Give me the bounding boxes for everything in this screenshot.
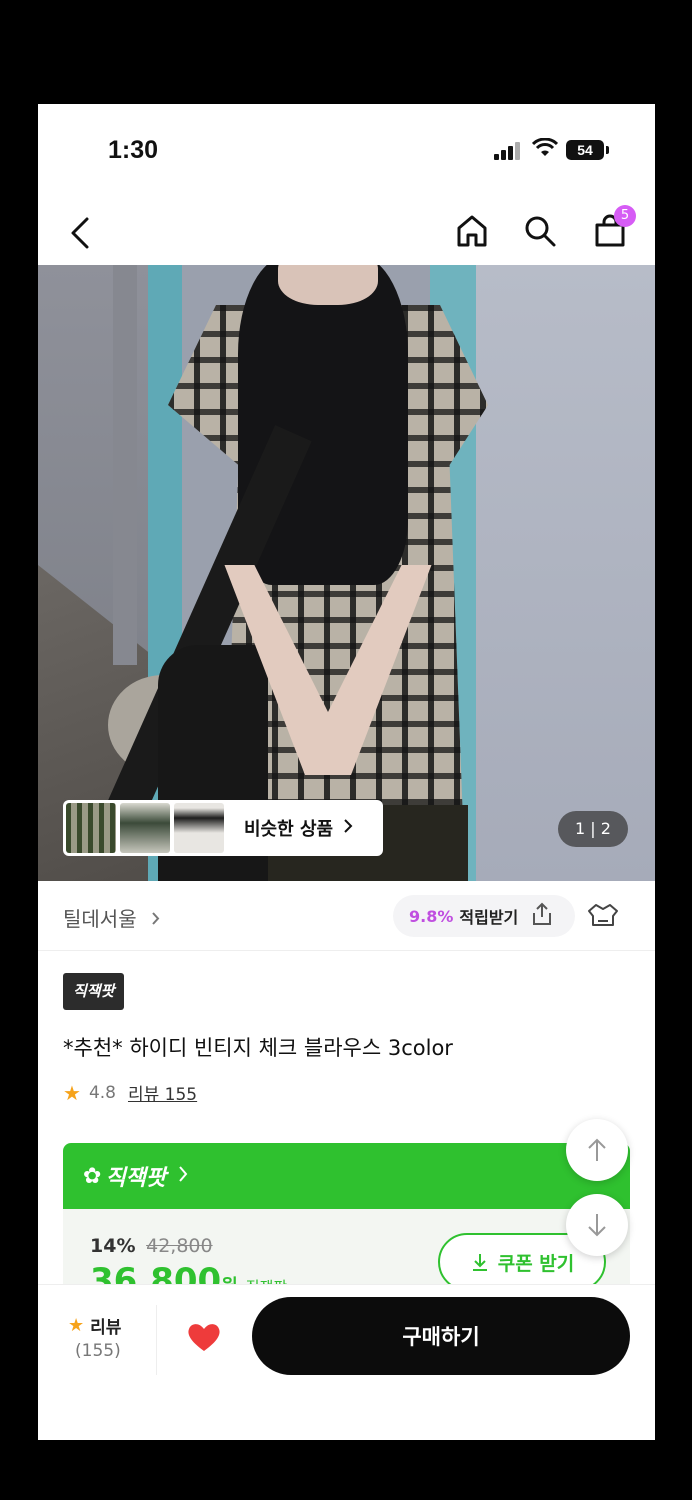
chevron-right-icon [178, 1164, 188, 1189]
product-title: *추천* 하이디 빈티지 체크 블라우스 3color [63, 1036, 453, 1060]
status-time: 1:30 [108, 136, 159, 164]
brand-row: 틸데서울 9.8% 적립받기 [38, 881, 655, 951]
brand-name: 틸데서울 [63, 907, 137, 931]
discount-info: 14% 42,800 [90, 1235, 213, 1257]
bottom-review-button[interactable]: ★ 리뷰 [68, 1313, 121, 1338]
star-icon: ★ [63, 1080, 81, 1105]
flower-icon: ✿ [83, 1163, 102, 1189]
image-page-counter: 1 | 2 [558, 811, 628, 847]
points-percent: 9.8% [409, 906, 454, 926]
download-icon [472, 1254, 487, 1271]
discount-rate: 14% [90, 1235, 136, 1257]
review-link[interactable]: 리뷰 155 [128, 1080, 197, 1105]
rating-value: 4.8 [88, 1082, 116, 1103]
arrow-up-icon [588, 1138, 606, 1161]
points-label: 적립받기 [459, 908, 519, 927]
home-icon[interactable] [452, 211, 492, 251]
cart-count-badge: 5 [614, 205, 636, 227]
jikjackpot-tag: 직잭팟 [63, 973, 125, 1010]
divider [156, 1305, 157, 1375]
phone-screen: 1:30 54 5 비슷한 상품 1 | 2 틸데서울 9.8% 적립받기 직잭… [38, 104, 655, 1440]
cellular-signal-icon [494, 142, 522, 160]
original-price: 42,800 [146, 1235, 213, 1257]
scroll-up-button[interactable] [566, 1119, 628, 1181]
similar-thumbnail [120, 803, 170, 853]
share-icon[interactable] [530, 901, 554, 931]
star-icon: ★ [68, 1315, 85, 1336]
fitting-hanger-icon[interactable] [586, 901, 620, 935]
back-arrow-icon[interactable] [60, 213, 100, 253]
battery-icon: 54 [566, 140, 609, 160]
bottom-review-label: 리뷰 [90, 1318, 122, 1338]
top-nav: 5 [38, 199, 655, 265]
similar-thumbnail [174, 803, 224, 853]
brand-link[interactable]: 틸데서울 [63, 903, 160, 932]
similar-thumbnail [66, 803, 116, 853]
search-icon[interactable] [520, 211, 560, 251]
arrow-down-icon [588, 1214, 606, 1237]
deal-header[interactable]: ✿ 직잭팟 [63, 1143, 630, 1209]
points-reward-button[interactable]: 9.8% 적립받기 [393, 895, 575, 937]
deal-badge: 직잭팟 [105, 1166, 167, 1191]
coupon-label: 쿠폰 받기 [497, 1252, 575, 1275]
chevron-right-icon [343, 818, 353, 839]
wifi-icon [531, 137, 559, 162]
similar-products-label: 비슷한 상품 [244, 819, 334, 840]
status-bar: 1:30 54 [38, 104, 655, 194]
heart-icon[interactable] [186, 1321, 222, 1357]
bottom-review-count: (155) [75, 1341, 121, 1361]
similar-products-button[interactable]: 비슷한 상품 [63, 800, 383, 856]
product-image[interactable]: 비슷한 상품 1 | 2 [38, 265, 655, 881]
scroll-down-button[interactable] [566, 1194, 628, 1256]
buy-button[interactable]: 구매하기 [252, 1297, 630, 1375]
chevron-right-icon [151, 907, 160, 931]
bottom-purchase-bar: ★ 리뷰 (155) 구매하기 [38, 1284, 655, 1440]
product-rating: ★ 4.8 리뷰 155 [63, 1080, 197, 1106]
